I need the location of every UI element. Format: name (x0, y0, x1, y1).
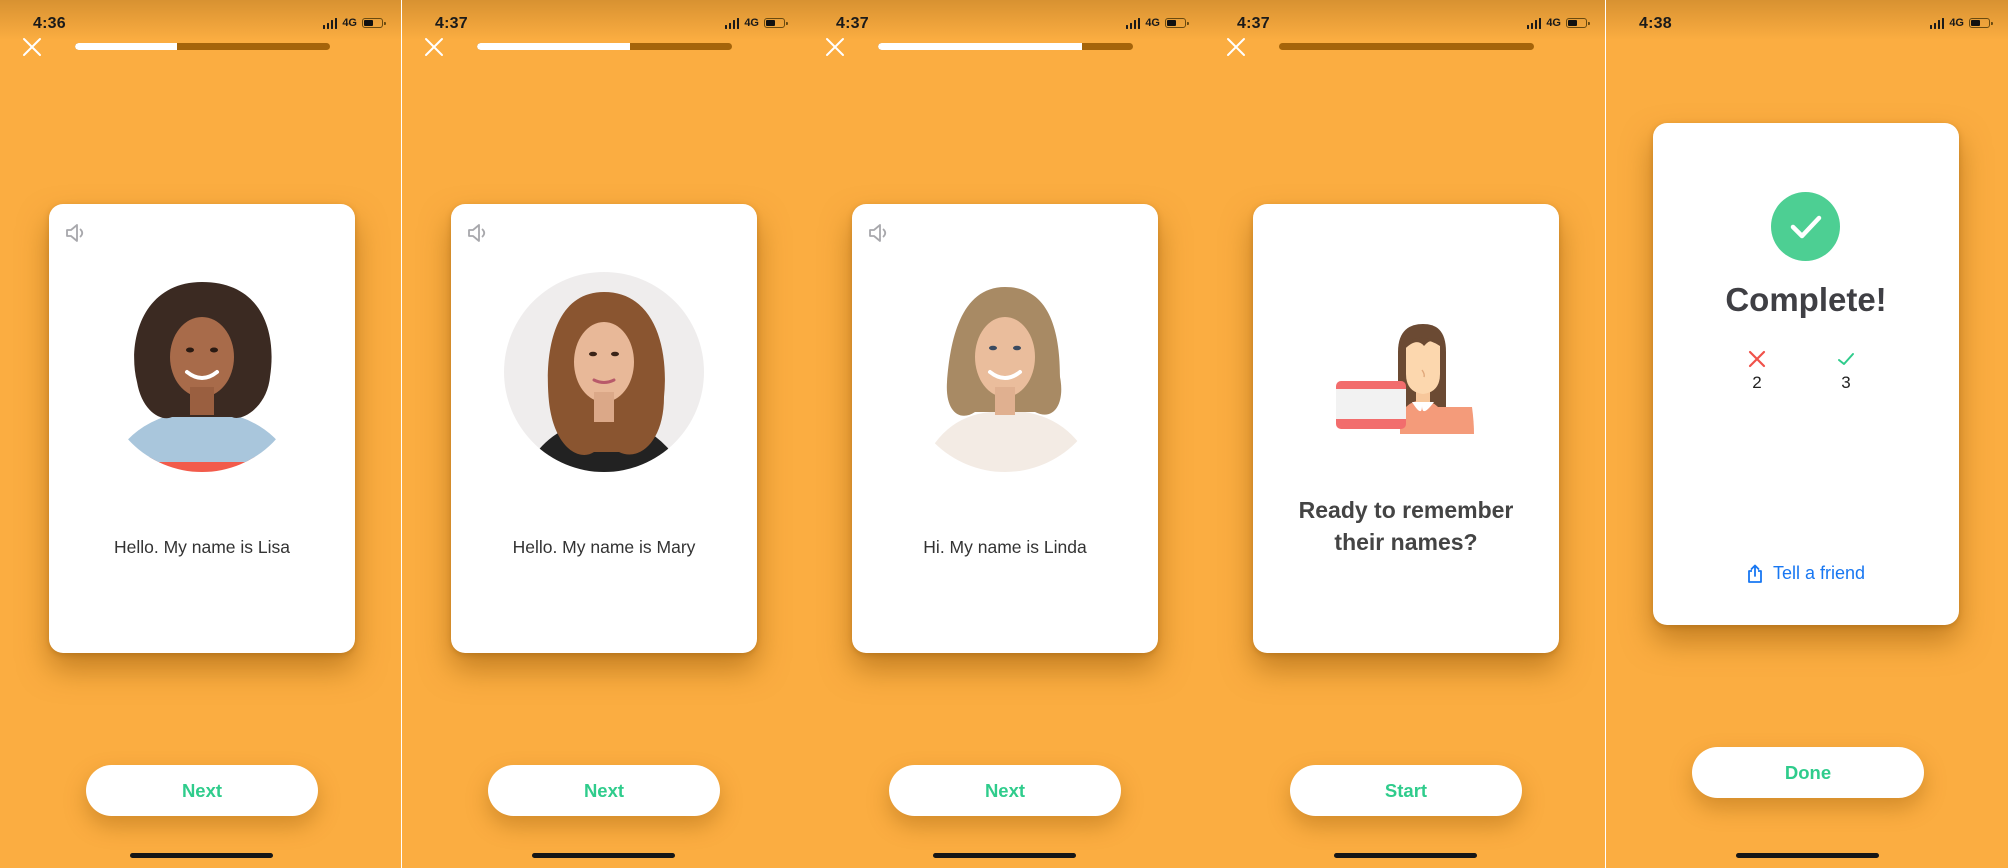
ready-card: Ready to remember their names? (1253, 204, 1559, 653)
battery-icon (1165, 18, 1189, 28)
card-caption: Hello. My name is Lisa (113, 537, 291, 557)
done-button[interactable]: Done (1692, 747, 1924, 798)
screen-mary: 4:37 4G Hello. My name is Mary Next (402, 0, 803, 868)
progress-bar (477, 43, 732, 50)
card-caption: Hello. My name is Mary (512, 537, 696, 557)
status-indicators: 4G (1929, 17, 1993, 29)
home-indicator[interactable] (933, 853, 1076, 858)
battery-icon (1566, 18, 1590, 28)
close-icon[interactable] (22, 37, 42, 57)
home-indicator[interactable] (1736, 853, 1879, 858)
status-indicators: 4G (1526, 17, 1590, 29)
progress-fill (878, 43, 1082, 50)
status-indicators: 4G (1125, 17, 1189, 29)
status-indicators: 4G (724, 17, 788, 29)
screen-ready: 4:37 4G Ready to remember their names? S… (1204, 0, 1605, 868)
battery-icon (764, 18, 788, 28)
home-indicator[interactable] (130, 853, 273, 858)
wrong-score: 2 (1737, 349, 1777, 393)
status-time: 4:37 (836, 15, 869, 32)
status-indicators: 4G (322, 17, 386, 29)
name-tag-person-illustration (1336, 324, 1474, 434)
signal-icon (1526, 17, 1542, 29)
portrait-photo (905, 272, 1105, 472)
speaker-icon[interactable] (467, 222, 491, 244)
screen-linda: 4:37 4G Hi. My name is Linda Next (803, 0, 1204, 868)
progress-fill (75, 43, 177, 50)
progress-bar (75, 43, 330, 50)
network-label: 4G (342, 17, 357, 29)
signal-icon (1125, 17, 1141, 29)
ready-title-line-2: their names? (1334, 529, 1478, 555)
progress-bar (1279, 43, 1534, 50)
start-button[interactable]: Start (1290, 765, 1522, 816)
portrait-photo (102, 272, 302, 472)
close-icon[interactable] (825, 37, 845, 57)
correct-score: 3 (1826, 349, 1866, 393)
checkmark-icon (1790, 215, 1822, 239)
network-label: 4G (1145, 17, 1160, 29)
person-card: Hello. My name is Lisa (49, 204, 355, 653)
battery-icon (362, 18, 386, 28)
success-check-badge (1771, 192, 1840, 261)
card-caption: Hi. My name is Linda (923, 537, 1087, 557)
screenshot-strip: 4:36 4G Hello. My name is Lisa Next 4:37… (0, 0, 2008, 868)
speaker-icon[interactable] (65, 222, 89, 244)
close-icon[interactable] (424, 37, 444, 57)
home-indicator[interactable] (1334, 853, 1477, 858)
status-time: 4:37 (1237, 15, 1270, 32)
home-indicator[interactable] (532, 853, 675, 858)
network-label: 4G (1949, 17, 1964, 29)
tell-a-friend-link[interactable]: Tell a friend (1653, 563, 1959, 584)
complete-title: Complete! (1725, 281, 1887, 318)
result-card: Complete! 2 3 Tell a friend (1653, 123, 1959, 625)
speaker-icon[interactable] (868, 222, 892, 244)
signal-icon (322, 17, 338, 29)
ready-title-line-1: Ready to remember (1298, 497, 1514, 523)
signal-icon (1929, 17, 1945, 29)
share-icon (1748, 564, 1762, 583)
screen-lisa: 4:36 4G Hello. My name is Lisa Next (0, 0, 401, 868)
status-time: 4:37 (435, 15, 468, 32)
person-card: Hi. My name is Linda (852, 204, 1158, 653)
cross-icon (1748, 350, 1766, 368)
close-icon[interactable] (1226, 37, 1246, 57)
person-card: Hello. My name is Mary (451, 204, 757, 653)
status-time: 4:36 (33, 15, 66, 32)
battery-icon (1969, 18, 1993, 28)
ready-title: Ready to remember their names? (1253, 494, 1559, 558)
share-label: Tell a friend (1772, 563, 1866, 583)
status-time: 4:38 (1639, 15, 1672, 32)
check-icon (1838, 353, 1854, 365)
signal-icon (724, 17, 740, 29)
correct-count: 3 (1841, 373, 1851, 392)
progress-bar (878, 43, 1133, 50)
portrait-photo (504, 272, 704, 472)
next-button[interactable]: Next (86, 765, 318, 816)
screen-complete: 4:38 4G Complete! 2 3 Tell a friend Done (1606, 0, 2008, 868)
network-label: 4G (1546, 17, 1561, 29)
next-button[interactable]: Next (889, 765, 1121, 816)
network-label: 4G (744, 17, 759, 29)
progress-fill (477, 43, 630, 50)
wrong-count: 2 (1752, 373, 1762, 392)
next-button[interactable]: Next (488, 765, 720, 816)
